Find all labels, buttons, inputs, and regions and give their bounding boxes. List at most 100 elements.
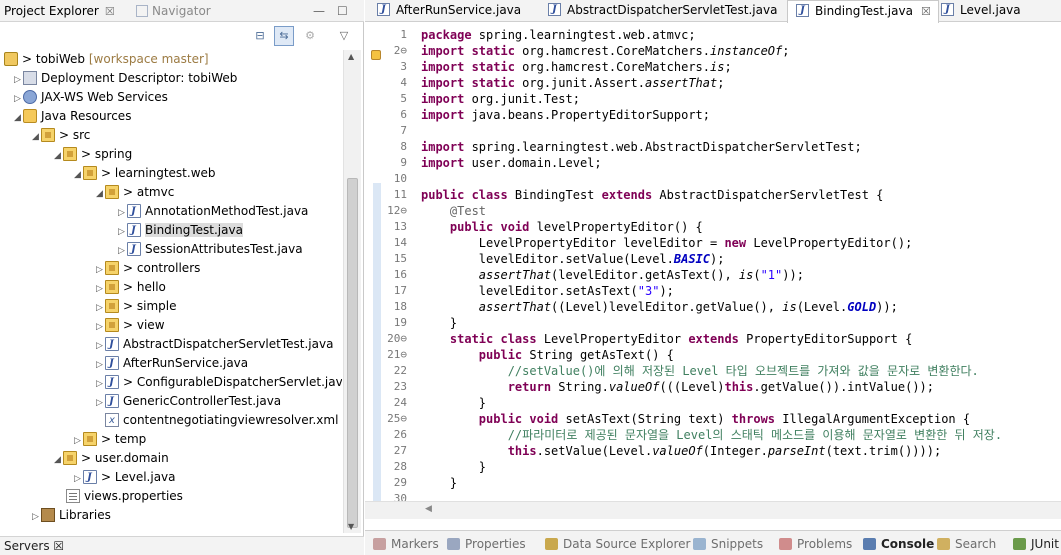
- tab-snippets[interactable]: Snippets: [693, 535, 763, 553]
- tree-item-src[interactable]: ◢ > src: [30, 126, 90, 145]
- tree-item-tobiweb[interactable]: > tobiWeb [workspace master]: [4, 50, 209, 69]
- package-icon: [105, 261, 119, 275]
- maximize-button[interactable]: ☐: [337, 4, 348, 18]
- code-line[interactable]: public class BindingTest extends Abstrac…: [421, 187, 883, 203]
- tree-item-hello[interactable]: ▷ > hello: [94, 278, 166, 297]
- tab-navigator[interactable]: Navigator: [136, 3, 211, 21]
- code-line[interactable]: //파라미터로 제공된 문자열을 Level의 스태틱 메소드를 이용해 문자열…: [421, 427, 1002, 443]
- code-line[interactable]: this.setValue(Level.valueOf(Integer.pars…: [421, 443, 942, 459]
- code-line[interactable]: import static org.hamcrest.CoreMatchers.…: [421, 59, 732, 75]
- code-line[interactable]: }: [421, 475, 457, 491]
- tree-item-deployment-descriptor[interactable]: ▷ Deployment Descriptor: tobiWeb: [12, 69, 237, 88]
- code-line[interactable]: levelEditor.setValue(Level.BASIC);: [421, 251, 725, 267]
- tree-item-annotationmethodtest[interactable]: ▷AnnotationMethodTest.java: [116, 202, 308, 221]
- tab-servers[interactable]: Servers ☒: [0, 536, 364, 555]
- scroll-up-icon[interactable]: ▲: [348, 52, 354, 61]
- code-line[interactable]: assertThat(levelEditor.getAsText(), is("…: [421, 267, 804, 283]
- code-line[interactable]: import static org.junit.Assert.assertTha…: [421, 75, 724, 91]
- tab-search[interactable]: Search: [937, 535, 996, 553]
- tree-item-jaxws[interactable]: ▷ JAX-WS Web Services: [12, 88, 168, 107]
- line-number: 6: [400, 108, 407, 121]
- code-line[interactable]: import org.junit.Test;: [421, 91, 580, 107]
- code-token: is: [782, 300, 797, 314]
- code-line[interactable]: import spring.learningtest.web.AbstractD…: [421, 139, 862, 155]
- line-number: 20⊖: [387, 332, 407, 345]
- code-line[interactable]: assertThat((Level)levelEditor.getValue()…: [421, 299, 898, 315]
- code-area[interactable]: 1 package spring.learningtest.web.atmvc; 2…: [365, 23, 1061, 501]
- tree-item-atmvc[interactable]: ◢ > atmvc: [94, 183, 174, 202]
- minimize-button[interactable]: —: [313, 4, 325, 18]
- tree-item-temp[interactable]: ▷ > temp: [72, 430, 146, 449]
- tab-level[interactable]: Level.java: [933, 0, 1021, 22]
- tree-item-genericcontrollertest[interactable]: ▷ GenericControllerTest.java: [94, 392, 281, 411]
- code-line[interactable]: }: [421, 459, 486, 475]
- code-line[interactable]: public String getAsText() {: [421, 347, 674, 363]
- tree-label: AfterRunService.java: [123, 356, 249, 370]
- tree-item-afterrunservice[interactable]: ▷AfterRunService.java: [94, 354, 248, 373]
- scrollbar-thumb[interactable]: [347, 178, 358, 528]
- tab-afterrunservice[interactable]: AfterRunService.java: [369, 0, 521, 22]
- code-line[interactable]: }: [421, 395, 486, 411]
- code-line[interactable]: static class LevelPropertyEditor extends…: [421, 331, 912, 347]
- code-line[interactable]: public void levelPropertyEditor() {: [421, 219, 703, 235]
- tree-item-views-properties[interactable]: views.properties: [66, 487, 183, 506]
- link-with-editor-icon[interactable]: ⇆: [274, 26, 294, 46]
- tree-vertical-scrollbar[interactable]: ▲ ▼: [343, 50, 361, 533]
- tab-project-explorer[interactable]: Project Explorer ☒: [4, 3, 115, 21]
- collapse-arrow-icon[interactable]: ◢: [72, 166, 83, 185]
- code-line[interactable]: import java.beans.PropertyEditorSupport;: [421, 107, 710, 123]
- code-line[interactable]: return String.valueOf(((Level)this.getVa…: [421, 379, 934, 395]
- collapse-all-icon[interactable]: ⊟: [250, 26, 270, 46]
- tree-item-view[interactable]: ▷ > view: [94, 316, 165, 335]
- tree-item-spring[interactable]: ◢ > spring: [52, 145, 132, 164]
- code-line[interactable]: @Test: [421, 203, 486, 219]
- tree-label: user.domain: [94, 451, 169, 465]
- tab-junit[interactable]: JUnit: [1013, 535, 1059, 553]
- collapse-arrow-icon[interactable]: ◢: [52, 451, 63, 470]
- tree-item-java-resources[interactable]: ◢ Java Resources: [12, 107, 131, 126]
- view-menu-icon[interactable]: ▽: [334, 26, 354, 46]
- line-number: 22: [393, 364, 407, 377]
- close-icon[interactable]: ☒: [921, 5, 931, 18]
- collapse-arrow-icon[interactable]: ◢: [12, 109, 23, 128]
- tab-console[interactable]: Console: [863, 535, 934, 553]
- collapse-arrow-icon[interactable]: ◢: [30, 128, 41, 147]
- code-line[interactable]: import static org.hamcrest.CoreMatchers.…: [421, 43, 789, 59]
- tree-item-contentnegotiatingviewresolver[interactable]: contentnegotiatingviewresolver.xml: [105, 411, 338, 430]
- expand-arrow-icon[interactable]: ▷: [94, 394, 105, 413]
- close-icon[interactable]: ☒: [105, 5, 115, 18]
- code-line[interactable]: //setValue()에 의해 저장된 Level 타입 오브젝트를 가져와 …: [421, 363, 979, 379]
- editor-horizontal-scrollbar[interactable]: ◀: [365, 501, 1061, 519]
- code-line[interactable]: levelEditor.setAsText("3");: [421, 283, 674, 299]
- tab-problems[interactable]: Problems: [779, 535, 852, 553]
- code-token: BindingTest: [507, 188, 602, 202]
- expand-arrow-icon[interactable]: ▷: [30, 508, 41, 527]
- tree-label: views.properties: [84, 489, 183, 503]
- collapse-arrow-icon[interactable]: ◢: [94, 185, 105, 204]
- tree-item-abstractdispatcherservlettest[interactable]: ▷AbstractDispatcherServletTest.java: [94, 335, 333, 354]
- tab-abstractdispatcherservlettest[interactable]: AbstractDispatcherServletTest.java: [540, 0, 777, 22]
- scroll-down-icon[interactable]: ▼: [348, 522, 354, 531]
- code-line[interactable]: package spring.learningtest.web.atmvc;: [421, 27, 696, 43]
- tree-item-controllers[interactable]: ▷ > controllers: [94, 259, 200, 278]
- tree-item-sessionattributestest[interactable]: ▷SessionAttributesTest.java: [116, 240, 303, 259]
- tab-markers[interactable]: Markers: [373, 535, 439, 553]
- scroll-left-icon[interactable]: ◀: [425, 504, 432, 514]
- tree-item-bindingtest[interactable]: ▷BindingTest.java: [116, 221, 243, 240]
- tree-item-libraries[interactable]: ▷ Libraries: [30, 506, 111, 525]
- tab-data-source-explorer[interactable]: Data Source Explorer: [545, 535, 690, 553]
- tree-item-level[interactable]: ▷> Level.java: [72, 468, 175, 487]
- tree-item-simple[interactable]: ▷ > simple: [94, 297, 176, 316]
- tab-properties[interactable]: Properties: [447, 535, 526, 553]
- tree-item-learningtest-web[interactable]: ◢ > learningtest.web: [72, 164, 216, 183]
- code-line[interactable]: public void setAsText(String text) throw…: [421, 411, 970, 427]
- code-line[interactable]: }: [421, 315, 457, 331]
- tab-bindingtest[interactable]: BindingTest.java ☒: [787, 0, 939, 23]
- tree-item-configurabledispatcherservlet[interactable]: ▷> ConfigurableDispatcherServlet.java: [94, 373, 342, 392]
- code-line[interactable]: import user.domain.Level;: [421, 155, 602, 171]
- filter-icon[interactable]: ⚙: [300, 26, 320, 46]
- collapse-arrow-icon[interactable]: ◢: [52, 147, 63, 166]
- code-line[interactable]: LevelPropertyEditor levelEditor = new Le…: [421, 235, 913, 251]
- tree-item-user-domain[interactable]: ◢ > user.domain: [52, 449, 169, 468]
- package-icon: [83, 432, 97, 446]
